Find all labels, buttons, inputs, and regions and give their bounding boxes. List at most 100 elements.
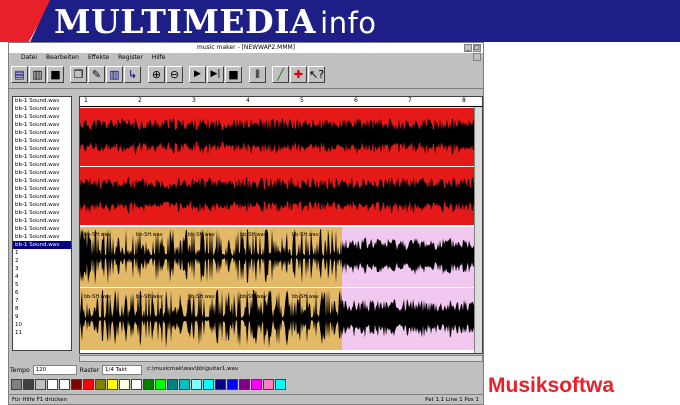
split-icon[interactable]: ↳ [124,66,141,83]
palette-swatch[interactable] [119,379,130,390]
palette-swatch[interactable] [59,379,70,390]
grid-icon[interactable]: ⦀ [249,66,266,83]
track-list[interactable]: bb-1 Sound.wav bb-1 Sound.wav bb-1 Sound.w… [12,96,72,351]
palette-swatch[interactable] [203,379,214,390]
track-list-item[interactable]: 2 [13,257,71,265]
vertical-scrollbar[interactable] [474,107,482,353]
banner: MULTIMEDIA info [0,0,680,42]
palette-swatch[interactable] [35,379,46,390]
palette-swatch[interactable] [131,379,142,390]
toolbar: ▤ ▥ ■ ❐ ✎ ▥ ↳ ⊕ ⊖ ▶ ▶| ■ ⦀ ╱ ✚ ↖? [9,63,483,89]
track-list-item[interactable]: bb-1 Sound.wav [13,129,71,137]
stop-icon[interactable]: ■ [225,66,242,83]
palette-swatch[interactable] [179,379,190,390]
track-list-item[interactable]: bb-1 Sound.wav [13,193,71,201]
track-list-item[interactable]: 8 [13,305,71,313]
track-list-item[interactable]: bb-1 Sound.wav [13,161,71,169]
track-list-item[interactable]: 10 [13,321,71,329]
palette-swatch[interactable] [263,379,274,390]
floppy-icon[interactable]: ■ [47,66,64,83]
draw-icon[interactable]: ╱ [272,66,289,83]
palette-swatch[interactable] [143,379,154,390]
palette-swatch[interactable] [215,379,226,390]
track-list-item[interactable]: 7 [13,297,71,305]
menu-register[interactable]: Register [118,53,143,62]
track-list-item[interactable]: 6 [13,289,71,297]
palette-swatch[interactable] [23,379,34,390]
track-list-item[interactable]: 1 [13,249,71,257]
window-title: music maker - [NEWWAP2.MMM] [196,44,296,51]
palette-swatch[interactable] [107,379,118,390]
piano-icon[interactable]: ▥ [106,66,123,83]
maximize-button[interactable]: □ [473,44,481,52]
palette-swatch[interactable] [239,379,250,390]
play-from-icon[interactable]: ▶| [207,66,224,83]
zoom-in-icon[interactable]: ⊕ [148,66,165,83]
palette-swatch[interactable] [155,379,166,390]
palette-swatch[interactable] [167,379,178,390]
ruler-tick: 4 [246,97,250,104]
arrange-icon[interactable]: ▤ [11,66,28,83]
copy-icon[interactable]: ❐ [70,66,87,83]
track-list-item[interactable]: bb-1 Sound.wav [13,105,71,113]
palette-swatch[interactable] [227,379,238,390]
clip-label: bb-SH.wav [84,232,111,238]
track-list-item[interactable]: 5 [13,281,71,289]
status-row: Tempo 120 Raster 1/4 Takt c:\musicmak\wa… [9,364,483,376]
track-lane-1[interactable] [80,108,474,166]
zoom-out-icon[interactable]: ⊖ [166,66,183,83]
track-list-item[interactable]: bb-1 Sound.wav [13,225,71,233]
track-lane-3-region[interactable] [342,227,474,287]
track-list-item[interactable]: bb-1 Sound.wav [13,241,71,249]
track-list-item[interactable]: 3 [13,265,71,273]
menu-hilfe[interactable]: Hilfe [152,53,166,62]
arrange-area[interactable]: 12345678 bb-SH.wav bb-SH.wav bb-SH.wav b… [79,96,483,354]
track-list-item[interactable]: bb-1 Sound.wav [13,97,71,105]
track-list-item[interactable]: bb-1 Sound.wav [13,217,71,225]
clip-label: bb-SH.wav [84,294,111,300]
track-list-item[interactable]: bb-1 Sound.wav [13,233,71,241]
track-list-item[interactable]: 9 [13,313,71,321]
color-palette[interactable] [11,379,286,391]
raster-field[interactable]: 1/4 Takt [102,365,143,375]
palette-swatch[interactable] [191,379,202,390]
cross-icon[interactable]: ✚ [290,66,307,83]
palette-swatch[interactable] [95,379,106,390]
help-pointer-icon[interactable]: ↖? [308,66,325,83]
waveform [80,177,474,214]
palette-swatch[interactable] [275,379,286,390]
tempo-field[interactable]: 120 [32,365,77,375]
track-list-item[interactable]: bb-1 Sound.wav [13,201,71,209]
minimize-button[interactable]: _ [464,44,472,52]
ruler-tick: 2 [138,97,142,104]
caption: Musiksoftwa [488,374,615,397]
menu-datei[interactable]: Datei [21,53,37,62]
track-list-item[interactable]: bb-1 Sound.wav [13,185,71,193]
waveform [342,237,474,275]
track-list-item[interactable]: bb-1 Sound.wav [13,169,71,177]
mdi-restore-button[interactable] [473,53,481,61]
track-list-item[interactable]: bb-1 Sound.wav [13,209,71,217]
time-ruler[interactable]: 1 2 3 4 5 6 7 8 [80,97,482,107]
menu-effekte[interactable]: Effekte [88,53,109,62]
track-list-item[interactable]: 4 [13,273,71,281]
track-list-item[interactable]: 11 [13,329,71,337]
track-list-item[interactable]: bb-1 Sound.wav [13,121,71,129]
track-list-item[interactable]: bb-1 Sound.wav [13,145,71,153]
palette-swatch[interactable] [251,379,262,390]
pencil-icon[interactable]: ✎ [88,66,105,83]
track-list-item[interactable]: bb-1 Sound.wav [13,137,71,145]
palette-swatch[interactable] [71,379,82,390]
palette-swatch[interactable] [83,379,94,390]
track-list-item[interactable]: bb-1 Sound.wav [13,113,71,121]
palette-swatch[interactable] [11,379,22,390]
track-list-item[interactable]: bb-1 Sound.wav [13,153,71,161]
track-lane-4-region[interactable] [342,288,474,350]
horizontal-scrollbar[interactable] [79,355,483,362]
track-lane-2[interactable] [80,167,474,225]
play-icon[interactable]: ▶ [189,66,206,83]
palette-swatch[interactable] [47,379,58,390]
track-list-item[interactable]: bb-1 Sound.wav [13,177,71,185]
menu-bearbeiten[interactable]: Bearbeiten [46,53,79,62]
save-icon[interactable]: ▥ [29,66,46,83]
